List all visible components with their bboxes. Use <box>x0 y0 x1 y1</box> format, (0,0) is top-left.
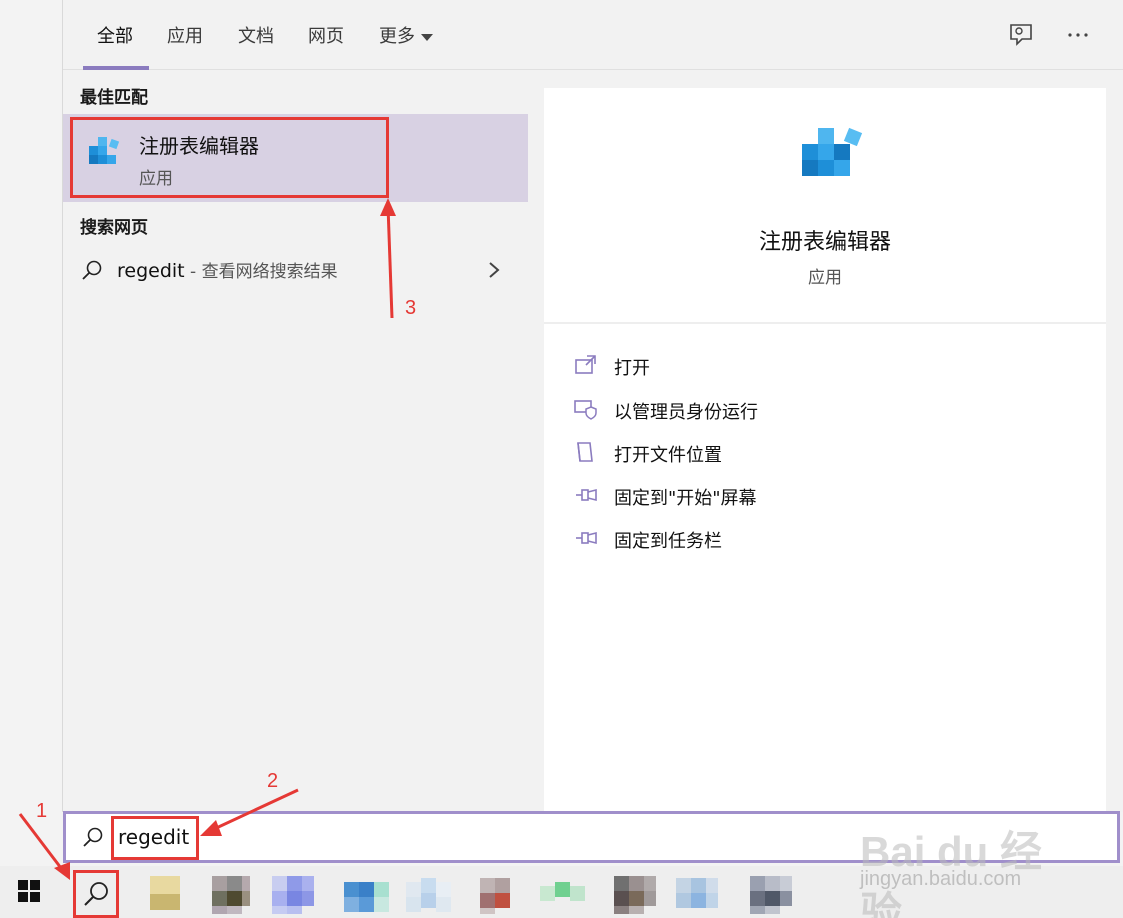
action-pin-to-start-label: 固定到"开始"屏幕 <box>614 488 757 509</box>
search-icon <box>82 260 102 280</box>
detail-header: 注册表编辑器 应用 <box>544 88 1106 324</box>
best-match-title: 注册表编辑器 <box>139 134 259 158</box>
baidu-watermark: Bai du 经验 jingyan.baidu.com <box>860 798 1060 918</box>
web-search-result[interactable]: regedit - 查看网络搜索结果 <box>63 247 528 293</box>
pin-icon <box>576 531 597 545</box>
action-open-file-location-label: 打开文件位置 <box>614 445 722 466</box>
web-result-text: regedit - 查看网络搜索结果 <box>117 257 338 282</box>
taskbar-app-9[interactable] <box>674 872 720 918</box>
annotation-label-2: 2 <box>267 770 279 792</box>
best-match-heading: 最佳匹配 <box>80 88 148 108</box>
taskbar-app-5[interactable] <box>404 872 451 918</box>
taskbar-app-1[interactable] <box>142 872 188 918</box>
detail-pane: 注册表编辑器 应用 打开 以管理员身份运行 打开文件位置 固定到"开始"屏幕 固… <box>544 88 1106 812</box>
taskbar-app-10[interactable] <box>748 872 794 918</box>
web-result-query: regedit <box>117 260 185 282</box>
run-as-admin-icon <box>574 400 597 420</box>
best-match-subtitle: 应用 <box>139 169 173 189</box>
watermark-url: jingyan.baidu.com <box>860 868 1022 890</box>
web-search-heading: 搜索网页 <box>80 218 148 238</box>
taskbar-app-8[interactable] <box>612 872 658 918</box>
taskbar-app-3[interactable] <box>270 872 316 918</box>
taskbar-app-2[interactable] <box>208 872 254 918</box>
search-icon <box>83 827 103 847</box>
action-pin-to-start[interactable]: 固定到"开始"屏幕 <box>574 480 974 510</box>
tab-more[interactable]: 更多 <box>379 22 433 48</box>
chevron-down-icon <box>421 33 433 41</box>
taskbar-app-6[interactable] <box>478 872 524 918</box>
taskbar-app-4[interactable] <box>342 872 389 918</box>
annotation-label-3: 3 <box>405 297 417 319</box>
tab-apps[interactable]: 应用 <box>167 22 203 48</box>
windows-start-icon[interactable] <box>18 880 40 902</box>
action-open-label: 打开 <box>614 358 650 379</box>
action-pin-to-taskbar-label: 固定到任务栏 <box>614 531 722 552</box>
action-open[interactable]: 打开 <box>574 350 974 380</box>
search-filter-tabs: 全部 应用 文档 网页 更多 <box>63 0 1123 70</box>
action-pin-to-taskbar[interactable]: 固定到任务栏 <box>574 523 974 553</box>
detail-subtitle: 应用 <box>808 268 842 288</box>
regedit-icon <box>89 137 120 164</box>
tab-more-label: 更多 <box>379 26 415 47</box>
taskbar-app-7[interactable] <box>538 872 585 918</box>
more-options-icon[interactable] <box>1065 22 1091 48</box>
best-match-result[interactable]: 注册表编辑器 应用 <box>63 114 528 202</box>
search-input[interactable] <box>118 822 418 852</box>
tab-all[interactable]: 全部 <box>97 22 133 48</box>
search-panel: 全部 应用 文档 网页 更多 最佳匹配 注册表编辑器 应用 搜索网页 reged… <box>62 0 1123 812</box>
open-icon <box>575 355 596 374</box>
web-result-suffix: - 查看网络搜索结果 <box>184 262 338 282</box>
taskbar-search-icon[interactable] <box>74 874 118 918</box>
chevron-right-icon[interactable] <box>487 259 501 281</box>
annotation-label-1: 1 <box>36 800 48 822</box>
active-tab-indicator <box>83 66 149 70</box>
tab-web[interactable]: 网页 <box>308 22 344 48</box>
action-run-as-admin[interactable]: 以管理员身份运行 <box>574 394 974 424</box>
action-run-as-admin-label: 以管理员身份运行 <box>614 402 758 423</box>
pin-icon <box>576 488 597 502</box>
file-location-icon <box>577 442 593 462</box>
detail-title: 注册表编辑器 <box>758 230 891 255</box>
tab-documents[interactable]: 文档 <box>238 22 274 48</box>
regedit-large-icon <box>802 127 863 176</box>
feedback-icon[interactable] <box>1008 22 1034 48</box>
results-list: 最佳匹配 注册表编辑器 应用 搜索网页 regedit - 查看网络搜索结果 <box>63 71 528 812</box>
action-open-file-location[interactable]: 打开文件位置 <box>574 437 974 467</box>
